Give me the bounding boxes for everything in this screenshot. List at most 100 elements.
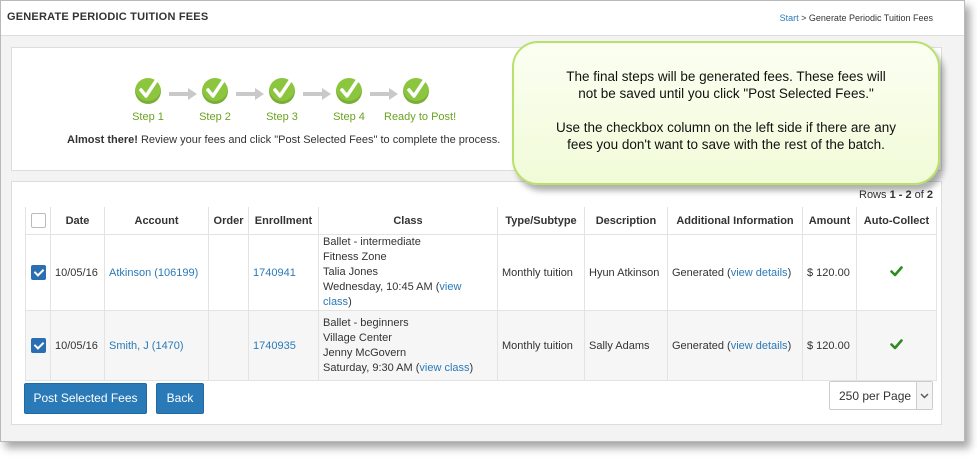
date-cell: 10/05/16 xyxy=(50,234,105,311)
callout-line-3: Use the checkbox column on the left side… xyxy=(556,120,896,135)
account-link[interactable]: Atkinson (106199) xyxy=(109,267,198,279)
step-check-icon xyxy=(403,78,429,104)
header-additional-info[interactable]: Additional Information xyxy=(667,207,803,235)
title-bar: GENERATE PERIODIC TUITION FEES Start > G… xyxy=(1,1,964,36)
account-cell: Atkinson (106199) xyxy=(104,234,209,311)
view-class-link[interactable]: view class xyxy=(419,362,469,374)
row-select-cell[interactable] xyxy=(25,310,51,381)
amount-cell: $ 120.00 xyxy=(802,234,857,311)
breadcrumb: Start > Generate Periodic Tuition Fees xyxy=(780,13,933,23)
additional-prefix: Generated ( xyxy=(672,266,731,279)
enrollment-cell: 1740935 xyxy=(248,310,319,381)
almost-there-label: Almost there! xyxy=(67,134,138,146)
date-cell: 10/05/16 xyxy=(50,310,105,381)
table-row: 10/05/16 Smith, J (1470) 1740935 Ballet … xyxy=(25,310,937,381)
step-label: Step 3 xyxy=(266,111,298,123)
callout-line-1: The final steps will be generated fees. … xyxy=(566,69,886,84)
view-details-link[interactable]: view details xyxy=(731,340,788,352)
fees-table-panel: Rows 1 - 2 of 2 Date Account Order Enrol… xyxy=(11,181,942,425)
per-page-value: 250 per Page xyxy=(839,389,912,403)
select-all-checkbox[interactable] xyxy=(30,213,46,228)
description-cell: Sally Adams xyxy=(584,310,668,381)
table-header-row: Date Account Order Enrollment Class Type… xyxy=(25,207,937,235)
post-selected-fees-button[interactable]: Post Selected Fees xyxy=(24,383,147,414)
checkmark-icon xyxy=(890,338,903,349)
table-row: 10/05/16 Atkinson (106199) 1740941 Balle… xyxy=(25,234,937,311)
checkmark-icon xyxy=(890,265,903,276)
chevron-down-icon[interactable] xyxy=(916,382,932,409)
enrollment-cell: 1740941 xyxy=(248,234,319,311)
rows-of: of xyxy=(911,189,927,201)
step-label: Step 4 xyxy=(333,111,365,123)
page-title: GENERATE PERIODIC TUITION FEES xyxy=(7,11,209,23)
account-link[interactable]: Smith, J (1470) xyxy=(109,340,184,352)
breadcrumb-separator: > xyxy=(798,13,809,23)
type-cell: Monthly tuition xyxy=(497,234,585,311)
step-check-icon xyxy=(135,78,161,104)
step-label: Step 1 xyxy=(132,111,164,123)
class-name: Ballet - intermediate xyxy=(323,236,421,248)
callout-line-4: fees you don't want to save with the res… xyxy=(567,137,885,152)
class-schedule: Wednesday, 10:45 AM (view class) xyxy=(323,280,493,310)
description-cell: Hyun Atkinson xyxy=(584,234,668,311)
amount-cell: $ 120.00 xyxy=(802,310,857,381)
class-cell: Ballet - beginners Village Center Jenny … xyxy=(318,310,498,381)
select-all-header[interactable] xyxy=(25,207,51,235)
additional-prefix: Generated ( xyxy=(672,339,731,352)
help-callout: The final steps will be generated fees. … xyxy=(512,41,940,185)
class-paren: ) xyxy=(469,361,474,374)
class-time: Saturday, 9:30 AM ( xyxy=(323,361,420,374)
order-cell xyxy=(208,310,249,381)
enrollment-link[interactable]: 1740941 xyxy=(253,267,296,279)
row-checkbox[interactable] xyxy=(30,338,46,353)
instructions-text: Almost there! Review your fees and click… xyxy=(67,134,500,146)
step-check-icon xyxy=(336,78,362,104)
breadcrumb-current: Generate Periodic Tuition Fees xyxy=(808,13,933,23)
view-details-link[interactable]: view details xyxy=(731,267,788,279)
auto-collect-cell xyxy=(856,234,937,311)
step-check-icon xyxy=(202,78,228,104)
additional-suffix: ) xyxy=(787,266,792,279)
auto-collect-cell xyxy=(856,310,937,381)
fees-table: Date Account Order Enrollment Class Type… xyxy=(25,207,937,381)
class-cell: Ballet - intermediate Fitness Zone Talia… xyxy=(318,234,498,311)
class-instructor: Jenny McGovern xyxy=(323,346,407,359)
step-label: Step 2 xyxy=(199,111,231,123)
type-cell: Monthly tuition xyxy=(497,310,585,381)
header-amount[interactable]: Amount xyxy=(802,207,857,235)
breadcrumb-start-link[interactable]: Start xyxy=(780,13,799,23)
header-description[interactable]: Description xyxy=(584,207,668,235)
class-location: Fitness Zone xyxy=(323,251,387,263)
almost-there-text: Review your fees and click "Post Selecte… xyxy=(137,134,501,146)
order-cell xyxy=(208,234,249,311)
class-schedule: Saturday, 9:30 AM (view class) xyxy=(323,361,493,376)
header-auto-collect[interactable]: Auto-Collect xyxy=(856,207,937,235)
additional-info-cell: Generated (view details) xyxy=(667,234,803,311)
class-location: Village Center xyxy=(323,331,392,344)
class-time: Wednesday, 10:45 AM ( xyxy=(323,281,440,293)
rows-total: 2 xyxy=(926,189,933,201)
rows-prefix: Rows xyxy=(859,189,890,201)
header-type[interactable]: Type/Subtype xyxy=(497,207,585,235)
account-cell: Smith, J (1470) xyxy=(104,310,209,381)
header-date[interactable]: Date xyxy=(50,207,105,235)
enrollment-link[interactable]: 1740935 xyxy=(253,340,296,352)
step-check-icon xyxy=(269,78,295,104)
header-order[interactable]: Order xyxy=(208,207,249,235)
rows-count: Rows 1 - 2 of 2 xyxy=(859,189,933,201)
per-page-select[interactable]: 250 per Page xyxy=(829,381,933,410)
step-ready: Ready to Post! xyxy=(384,78,457,123)
row-checkbox[interactable] xyxy=(30,265,46,280)
header-class[interactable]: Class xyxy=(318,207,498,235)
header-enrollment[interactable]: Enrollment xyxy=(248,207,319,235)
header-account[interactable]: Account xyxy=(104,207,209,235)
row-select-cell[interactable] xyxy=(25,234,51,311)
class-name: Ballet - beginners xyxy=(323,316,409,329)
additional-info-cell: Generated (view details) xyxy=(667,310,803,381)
class-instructor: Talia Jones xyxy=(323,266,379,278)
back-button[interactable]: Back xyxy=(156,383,204,414)
step-label: Ready to Post! xyxy=(384,111,457,123)
rows-range: 1 - 2 xyxy=(889,189,912,201)
callout-line-2: not be saved until you click "Post Selec… xyxy=(578,86,874,101)
additional-suffix: ) xyxy=(787,339,792,352)
